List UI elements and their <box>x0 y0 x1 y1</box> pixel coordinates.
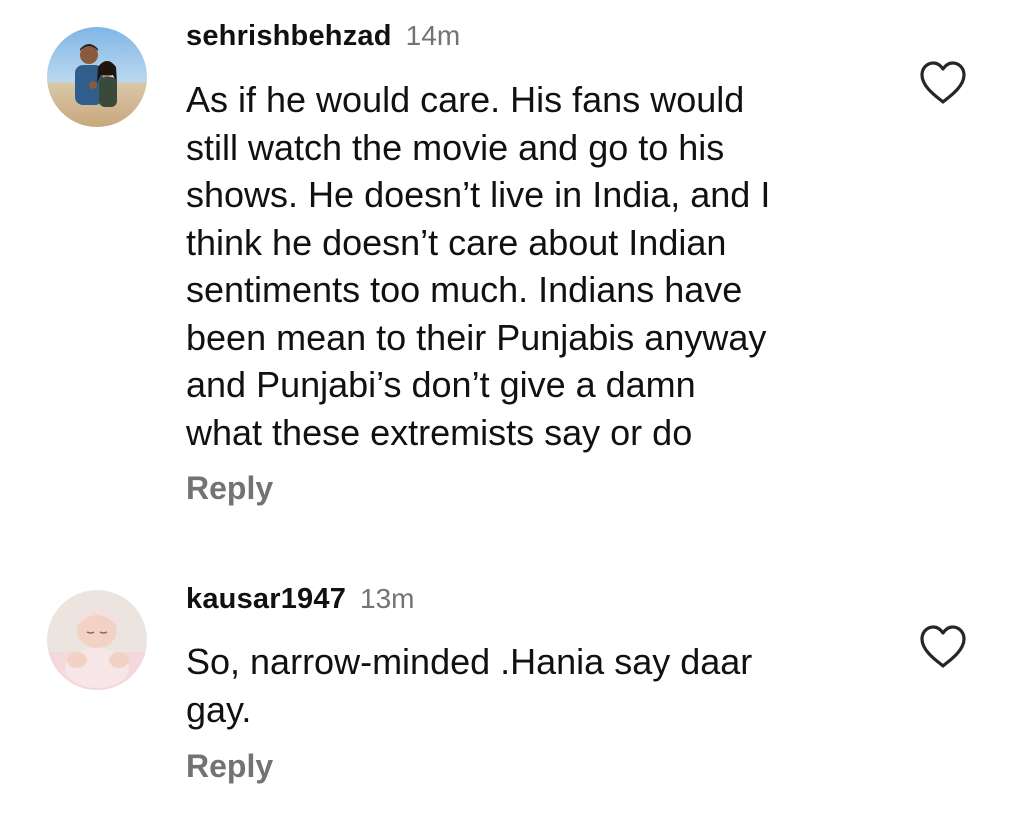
timestamp: 14m <box>405 20 461 51</box>
like-button[interactable] <box>918 624 968 670</box>
like-button[interactable] <box>918 60 968 106</box>
username[interactable]: sehrishbehzad <box>186 20 392 52</box>
username[interactable]: kausar1947 <box>186 583 346 615</box>
avatar-photo <box>47 590 147 690</box>
comments-thread: sehrishbehzad 14m As if he would care. Hi… <box>0 0 1024 819</box>
reply-button[interactable]: Reply <box>186 470 273 507</box>
avatar[interactable] <box>47 590 147 690</box>
timestamp: 13m <box>360 583 415 614</box>
comment-item: sehrishbehzad 14m As if he would care. Hi… <box>0 0 1024 540</box>
avatar-photo <box>47 27 147 127</box>
avatar[interactable] <box>47 27 147 127</box>
comment-meta: kausar1947 13m <box>186 583 415 616</box>
comment-text: As if he would care. His fans would stil… <box>186 79 771 453</box>
comment-text: So, narrow-minded .Hania say daar gay. <box>186 641 753 730</box>
comment-item: kausar1947 13m So, narrow-minded .Hania s… <box>0 560 1024 819</box>
heart-outline-icon <box>920 61 966 104</box>
reply-button[interactable]: Reply <box>186 748 273 785</box>
comment-meta: sehrishbehzad 14m <box>186 20 460 53</box>
heart-outline-icon <box>920 625 966 668</box>
